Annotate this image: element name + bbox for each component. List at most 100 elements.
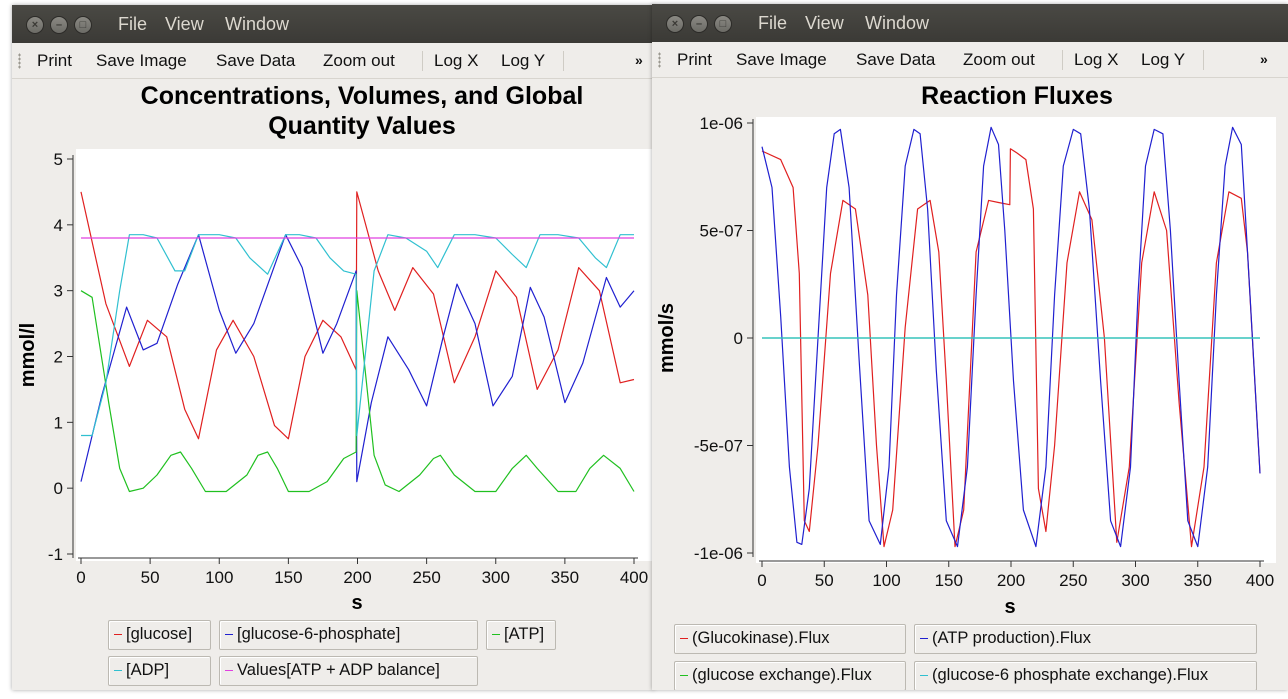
legend-label: [glucose] bbox=[126, 625, 193, 643]
legend-swatch bbox=[920, 675, 928, 677]
legend-swatch bbox=[114, 670, 122, 672]
toolbar-grip-icon[interactable] bbox=[18, 53, 21, 69]
log-x-button[interactable]: Log X bbox=[434, 51, 478, 71]
menu-view[interactable]: View bbox=[165, 14, 204, 35]
save-image-button[interactable]: Save Image bbox=[736, 50, 827, 70]
legend-item-atp[interactable]: [ATP] bbox=[486, 620, 556, 650]
x-tick-label: 0 bbox=[757, 571, 766, 590]
x-axis-label: s bbox=[351, 592, 362, 614]
window-titlebar[interactable]: × – □ File View Window bbox=[12, 5, 654, 43]
save-image-button[interactable]: Save Image bbox=[96, 51, 187, 71]
x-axis-label: s bbox=[1004, 596, 1015, 618]
x-tick-label: 250 bbox=[412, 568, 440, 587]
legend-label: (glucose-6 phosphate exchange).Flux bbox=[932, 666, 1209, 684]
legend-item-g6p-exchange-flux[interactable]: (glucose-6 phosphate exchange).Flux bbox=[914, 661, 1257, 690]
legend-item-glucose-exchange-flux[interactable]: (glucose exchange).Flux bbox=[674, 661, 906, 690]
x-tick-label: 100 bbox=[205, 568, 233, 587]
y-tick-label: 1 bbox=[54, 413, 63, 432]
save-data-button[interactable]: Save Data bbox=[856, 50, 935, 70]
x-tick-label: 300 bbox=[482, 568, 510, 587]
y-tick-label: -1e-06 bbox=[694, 544, 743, 563]
menu-window[interactable]: Window bbox=[865, 13, 929, 34]
menu-file[interactable]: File bbox=[758, 13, 787, 34]
menu-window[interactable]: Window bbox=[225, 14, 289, 35]
chart-reaction-fluxes: Reaction Fluxes -1e-06 -5e-07 0 5e-07 1e-06 0… bbox=[656, 82, 1276, 618]
log-y-button[interactable]: Log Y bbox=[501, 51, 545, 71]
window-titlebar[interactable]: × – □ File View Window bbox=[652, 4, 1288, 42]
plot-area bbox=[756, 117, 1276, 563]
toolbar-separator bbox=[422, 51, 423, 71]
plot-window-left: × – □ File View Window Print Save Image … bbox=[12, 5, 654, 690]
y-tick-label: -1 bbox=[48, 545, 63, 564]
y-tick-label: 3 bbox=[54, 282, 63, 301]
legend-swatch bbox=[680, 675, 688, 677]
close-icon[interactable]: × bbox=[26, 16, 44, 34]
legend-label: [ATP] bbox=[504, 625, 545, 643]
plot-window-right: × – □ File View Window Print Save Image … bbox=[652, 4, 1288, 690]
y-tick-label: 0 bbox=[734, 329, 743, 348]
menu-view[interactable]: View bbox=[805, 13, 844, 34]
legend-item-adp[interactable]: [ADP] bbox=[108, 656, 211, 686]
legend-swatch bbox=[225, 670, 233, 672]
x-tick-label: 100 bbox=[872, 571, 900, 590]
print-button[interactable]: Print bbox=[677, 50, 712, 70]
legend-swatch bbox=[225, 634, 233, 636]
x-tick-label: 50 bbox=[141, 568, 160, 587]
toolbar: Print Save Image Save Data Zoom out Log … bbox=[12, 43, 654, 79]
legend-item-glucose[interactable]: [glucose] bbox=[108, 620, 211, 650]
toolbar-separator bbox=[563, 51, 564, 71]
save-data-button[interactable]: Save Data bbox=[216, 51, 295, 71]
x-tick-label: 400 bbox=[1246, 571, 1274, 590]
legend-label: Values[ATP + ADP balance] bbox=[237, 661, 440, 679]
legend-label: (glucose exchange).Flux bbox=[692, 666, 872, 684]
log-y-button[interactable]: Log Y bbox=[1141, 50, 1185, 70]
x-tick-label: 350 bbox=[551, 568, 579, 587]
legend-item-atp-adp-balance[interactable]: Values[ATP + ADP balance] bbox=[219, 656, 478, 686]
y-axis-label: mmol/s bbox=[656, 303, 678, 373]
toolbar-overflow-icon[interactable]: » bbox=[635, 52, 643, 68]
legend-item-atp-production-flux[interactable]: (ATP production).Flux bbox=[914, 624, 1257, 654]
legend-label: [ADP] bbox=[126, 661, 170, 679]
toolbar-grip-icon[interactable] bbox=[658, 52, 661, 68]
y-axis-label: mmol/l bbox=[17, 323, 39, 387]
minimize-icon[interactable]: – bbox=[50, 16, 68, 34]
legend-item-glucose-6-phosphate[interactable]: [glucose-6-phosphate] bbox=[219, 620, 478, 650]
minimize-icon[interactable]: – bbox=[690, 15, 708, 33]
maximize-icon[interactable]: □ bbox=[74, 16, 92, 34]
legend-swatch bbox=[492, 634, 500, 636]
toolbar: Print Save Image Save Data Zoom out Log … bbox=[652, 42, 1288, 78]
log-x-button[interactable]: Log X bbox=[1074, 50, 1118, 70]
close-icon[interactable]: × bbox=[666, 15, 684, 33]
toolbar-separator bbox=[1203, 50, 1204, 70]
zoom-out-button[interactable]: Zoom out bbox=[963, 50, 1035, 70]
y-tick-label: 5 bbox=[54, 150, 63, 169]
toolbar-overflow-icon[interactable]: » bbox=[1260, 51, 1268, 67]
maximize-icon[interactable]: □ bbox=[714, 15, 732, 33]
y-tick-label: 5e-07 bbox=[700, 222, 743, 241]
x-tick-label: 0 bbox=[76, 568, 85, 587]
legend-swatch bbox=[680, 638, 688, 640]
chart-title-line1: Concentrations, Volumes, and Global bbox=[141, 82, 584, 110]
x-tick-label: 50 bbox=[815, 571, 834, 590]
chart-title: Reaction Fluxes bbox=[921, 82, 1113, 110]
menu-file[interactable]: File bbox=[118, 14, 147, 35]
y-tick-label: 2 bbox=[54, 348, 63, 367]
y-tick-label: 4 bbox=[54, 216, 63, 235]
x-tick-label: 350 bbox=[1184, 571, 1212, 590]
legend-label: (ATP production).Flux bbox=[932, 629, 1091, 647]
legend-swatch bbox=[114, 634, 122, 636]
print-button[interactable]: Print bbox=[37, 51, 72, 71]
legend-label: (Glucokinase).Flux bbox=[692, 629, 830, 647]
chart-title-line2: Quantity Values bbox=[268, 112, 456, 140]
x-tick-label: 300 bbox=[1121, 571, 1149, 590]
y-tick-label: 0 bbox=[54, 479, 63, 498]
legend-label: [glucose-6-phosphate] bbox=[237, 625, 401, 643]
x-tick-label: 150 bbox=[274, 568, 302, 587]
legend-item-glucokinase-flux[interactable]: (Glucokinase).Flux bbox=[674, 624, 906, 654]
x-tick-label: 200 bbox=[343, 568, 371, 587]
y-tick-label: 1e-06 bbox=[700, 114, 743, 133]
zoom-out-button[interactable]: Zoom out bbox=[323, 51, 395, 71]
toolbar-separator bbox=[1062, 50, 1063, 70]
chart-concentrations: Concentrations, Volumes, and Global Quan… bbox=[17, 82, 654, 614]
x-tick-label: 250 bbox=[1059, 571, 1087, 590]
